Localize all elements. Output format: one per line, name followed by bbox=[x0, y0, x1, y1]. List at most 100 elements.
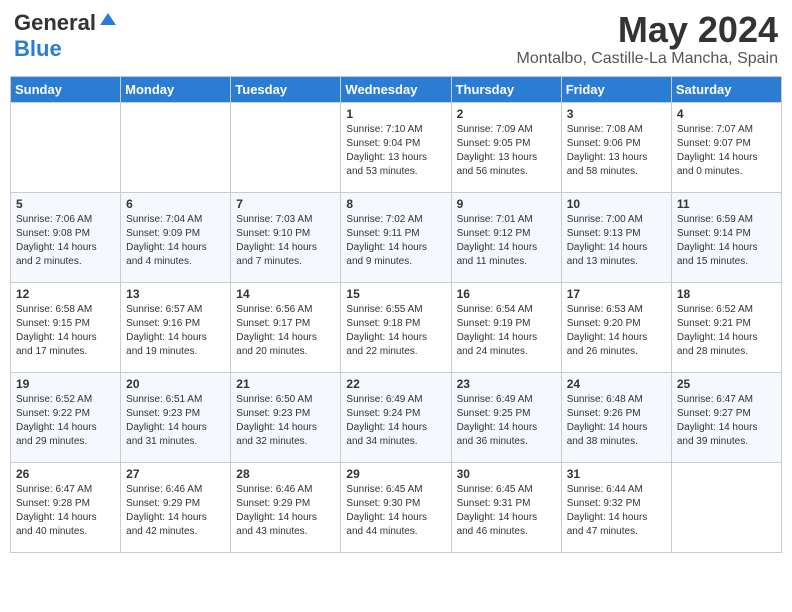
day-number: 23 bbox=[457, 377, 556, 391]
day-number: 30 bbox=[457, 467, 556, 481]
calendar-day-cell: 31 Sunrise: 6:44 AMSunset: 9:32 PMDayligh… bbox=[561, 462, 671, 552]
calendar-day-cell: 19 Sunrise: 6:52 AMSunset: 9:22 PMDayligh… bbox=[11, 372, 121, 462]
day-number: 15 bbox=[346, 287, 445, 301]
day-number: 5 bbox=[16, 197, 115, 211]
calendar-day-cell: 13Sunrise: 6:57 AMSunset: 9:16 PMDayligh… bbox=[121, 282, 231, 372]
calendar-day-cell: 29Sunrise: 6:45 AMSunset: 9:30 PMDayligh… bbox=[341, 462, 451, 552]
calendar-week-row: 26 Sunrise: 6:47 AMSunset: 9:28 PMDayligh… bbox=[11, 462, 782, 552]
calendar-week-row: 19 Sunrise: 6:52 AMSunset: 9:22 PMDayligh… bbox=[11, 372, 782, 462]
day-number: 24 bbox=[567, 377, 666, 391]
calendar-day-cell: 28 Sunrise: 6:46 AMSunset: 9:29 PMDayligh… bbox=[231, 462, 341, 552]
day-info: Sunrise: 6:44 AMSunset: 9:32 PMDaylight:… bbox=[567, 483, 666, 539]
day-info: Sunrise: 7:06 AMSunset: 9:08 PMDaylight:… bbox=[16, 213, 115, 269]
day-number: 10 bbox=[567, 197, 666, 211]
day-info: Sunrise: 6:49 AMSunset: 9:25 PMDaylight:… bbox=[457, 393, 556, 449]
title-block: May 2024 Montalbo, Castille-La Mancha, S… bbox=[517, 10, 778, 68]
day-number: 16 bbox=[457, 287, 556, 301]
weekday-header-cell: Friday bbox=[561, 76, 671, 102]
logo-general-text: General bbox=[14, 10, 96, 36]
day-info: Sunrise: 6:55 AMSunset: 9:18 PMDaylight:… bbox=[346, 303, 445, 359]
calendar-day-cell bbox=[671, 462, 781, 552]
calendar-day-cell: 4 Sunrise: 7:07 AMSunset: 9:07 PMDaylight… bbox=[671, 102, 781, 192]
day-info: Sunrise: 6:48 AMSunset: 9:26 PMDaylight:… bbox=[567, 393, 666, 449]
calendar-week-row: 5 Sunrise: 7:06 AMSunset: 9:08 PMDaylight… bbox=[11, 192, 782, 282]
calendar-day-cell: 27 Sunrise: 6:46 AMSunset: 9:29 PMDayligh… bbox=[121, 462, 231, 552]
day-info: Sunrise: 6:46 AMSunset: 9:29 PMDaylight:… bbox=[236, 483, 335, 539]
day-number: 14 bbox=[236, 287, 335, 301]
day-info: Sunrise: 6:49 AMSunset: 9:24 PMDaylight:… bbox=[346, 393, 445, 449]
day-number: 11 bbox=[677, 197, 776, 211]
day-number: 7 bbox=[236, 197, 335, 211]
calendar-week-row: 12 Sunrise: 6:58 AMSunset: 9:15 PMDayligh… bbox=[11, 282, 782, 372]
calendar-day-cell bbox=[121, 102, 231, 192]
day-info: Sunrise: 6:50 AMSunset: 9:23 PMDaylight:… bbox=[236, 393, 335, 449]
day-number: 27 bbox=[126, 467, 225, 481]
day-number: 17 bbox=[567, 287, 666, 301]
calendar-day-cell: 26 Sunrise: 6:47 AMSunset: 9:28 PMDayligh… bbox=[11, 462, 121, 552]
calendar-day-cell bbox=[11, 102, 121, 192]
day-info: Sunrise: 7:08 AMSunset: 9:06 PMDaylight:… bbox=[567, 123, 666, 179]
calendar-day-cell: 8Sunrise: 7:02 AMSunset: 9:11 PMDaylight… bbox=[341, 192, 451, 282]
day-info: Sunrise: 6:52 AMSunset: 9:21 PMDaylight:… bbox=[677, 303, 776, 359]
calendar-title: May 2024 bbox=[517, 10, 778, 50]
weekday-header-cell: Thursday bbox=[451, 76, 561, 102]
day-info: Sunrise: 6:47 AMSunset: 9:28 PMDaylight:… bbox=[16, 483, 115, 539]
calendar-day-cell: 7 Sunrise: 7:03 AMSunset: 9:10 PMDaylight… bbox=[231, 192, 341, 282]
logo-blue-text: Blue bbox=[14, 36, 62, 61]
weekday-header-cell: Sunday bbox=[11, 76, 121, 102]
logo: General Blue bbox=[14, 10, 118, 62]
day-number: 21 bbox=[236, 377, 335, 391]
calendar-day-cell: 20Sunrise: 6:51 AMSunset: 9:23 PMDayligh… bbox=[121, 372, 231, 462]
day-number: 18 bbox=[677, 287, 776, 301]
day-info: Sunrise: 6:45 AMSunset: 9:30 PMDaylight:… bbox=[346, 483, 445, 539]
day-info: Sunrise: 6:59 AMSunset: 9:14 PMDaylight:… bbox=[677, 213, 776, 269]
calendar-day-cell: 6 Sunrise: 7:04 AMSunset: 9:09 PMDaylight… bbox=[121, 192, 231, 282]
calendar-day-cell: 10Sunrise: 7:00 AMSunset: 9:13 PMDayligh… bbox=[561, 192, 671, 282]
day-number: 19 bbox=[16, 377, 115, 391]
day-info: Sunrise: 6:53 AMSunset: 9:20 PMDaylight:… bbox=[567, 303, 666, 359]
calendar-day-cell: 5 Sunrise: 7:06 AMSunset: 9:08 PMDaylight… bbox=[11, 192, 121, 282]
day-number: 22 bbox=[346, 377, 445, 391]
calendar-day-cell: 22 Sunrise: 6:49 AMSunset: 9:24 PMDayligh… bbox=[341, 372, 451, 462]
calendar-day-cell: 14 Sunrise: 6:56 AMSunset: 9:17 PMDayligh… bbox=[231, 282, 341, 372]
day-number: 6 bbox=[126, 197, 225, 211]
day-info: Sunrise: 6:46 AMSunset: 9:29 PMDaylight:… bbox=[126, 483, 225, 539]
day-info: Sunrise: 6:57 AMSunset: 9:16 PMDaylight:… bbox=[126, 303, 225, 359]
weekday-header-cell: Monday bbox=[121, 76, 231, 102]
day-info: Sunrise: 6:56 AMSunset: 9:17 PMDaylight:… bbox=[236, 303, 335, 359]
day-number: 4 bbox=[677, 107, 776, 121]
calendar-day-cell: 25Sunrise: 6:47 AMSunset: 9:27 PMDayligh… bbox=[671, 372, 781, 462]
day-number: 26 bbox=[16, 467, 115, 481]
weekday-header-cell: Saturday bbox=[671, 76, 781, 102]
day-info: Sunrise: 7:10 AMSunset: 9:04 PMDaylight:… bbox=[346, 123, 445, 179]
day-info: Sunrise: 6:51 AMSunset: 9:23 PMDaylight:… bbox=[126, 393, 225, 449]
calendar-body: 1Sunrise: 7:10 AMSunset: 9:04 PMDaylight… bbox=[11, 102, 782, 552]
calendar-day-cell: 1Sunrise: 7:10 AMSunset: 9:04 PMDaylight… bbox=[341, 102, 451, 192]
day-number: 3 bbox=[567, 107, 666, 121]
day-info: Sunrise: 6:47 AMSunset: 9:27 PMDaylight:… bbox=[677, 393, 776, 449]
calendar-day-cell: 16 Sunrise: 6:54 AMSunset: 9:19 PMDayligh… bbox=[451, 282, 561, 372]
day-info: Sunrise: 7:09 AMSunset: 9:05 PMDaylight:… bbox=[457, 123, 556, 179]
day-number: 31 bbox=[567, 467, 666, 481]
calendar-day-cell: 3 Sunrise: 7:08 AMSunset: 9:06 PMDaylight… bbox=[561, 102, 671, 192]
weekday-header-cell: Wednesday bbox=[341, 76, 451, 102]
day-info: Sunrise: 6:52 AMSunset: 9:22 PMDaylight:… bbox=[16, 393, 115, 449]
day-number: 8 bbox=[346, 197, 445, 211]
calendar-day-cell: 9Sunrise: 7:01 AMSunset: 9:12 PMDaylight… bbox=[451, 192, 561, 282]
day-info: Sunrise: 6:58 AMSunset: 9:15 PMDaylight:… bbox=[16, 303, 115, 359]
calendar-day-cell: 18 Sunrise: 6:52 AMSunset: 9:21 PMDayligh… bbox=[671, 282, 781, 372]
weekday-header-cell: Tuesday bbox=[231, 76, 341, 102]
weekday-header-row: SundayMondayTuesdayWednesdayThursdayFrid… bbox=[11, 76, 782, 102]
calendar-day-cell: 30Sunrise: 6:45 AMSunset: 9:31 PMDayligh… bbox=[451, 462, 561, 552]
calendar-day-cell: 17 Sunrise: 6:53 AMSunset: 9:20 PMDayligh… bbox=[561, 282, 671, 372]
day-info: Sunrise: 6:54 AMSunset: 9:19 PMDaylight:… bbox=[457, 303, 556, 359]
calendar-subtitle: Montalbo, Castille-La Mancha, Spain bbox=[517, 50, 778, 68]
day-number: 12 bbox=[16, 287, 115, 301]
day-number: 28 bbox=[236, 467, 335, 481]
calendar-table: SundayMondayTuesdayWednesdayThursdayFrid… bbox=[10, 76, 782, 553]
day-info: Sunrise: 7:04 AMSunset: 9:09 PMDaylight:… bbox=[126, 213, 225, 269]
calendar-day-cell: 12 Sunrise: 6:58 AMSunset: 9:15 PMDayligh… bbox=[11, 282, 121, 372]
day-info: Sunrise: 7:07 AMSunset: 9:07 PMDaylight:… bbox=[677, 123, 776, 179]
calendar-day-cell: 2Sunrise: 7:09 AMSunset: 9:05 PMDaylight… bbox=[451, 102, 561, 192]
day-info: Sunrise: 7:03 AMSunset: 9:10 PMDaylight:… bbox=[236, 213, 335, 269]
